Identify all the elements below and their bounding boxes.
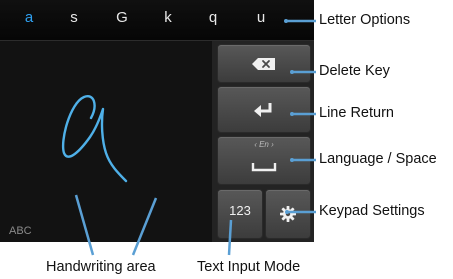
callout-delete-key: Delete Key: [319, 63, 390, 79]
callout-letter-options: Letter Options: [319, 12, 411, 28]
callout-leaders: [74, 19, 316, 256]
callout-keypad-settings: Keypad Settings: [319, 203, 425, 219]
callout-language-space: Language / Space: [319, 151, 437, 167]
callout-handwriting-area: Handwriting area: [46, 259, 156, 275]
callout-text-input-mode: Text Input Mode: [197, 259, 301, 275]
callout-line-return: Line Return: [319, 105, 394, 121]
